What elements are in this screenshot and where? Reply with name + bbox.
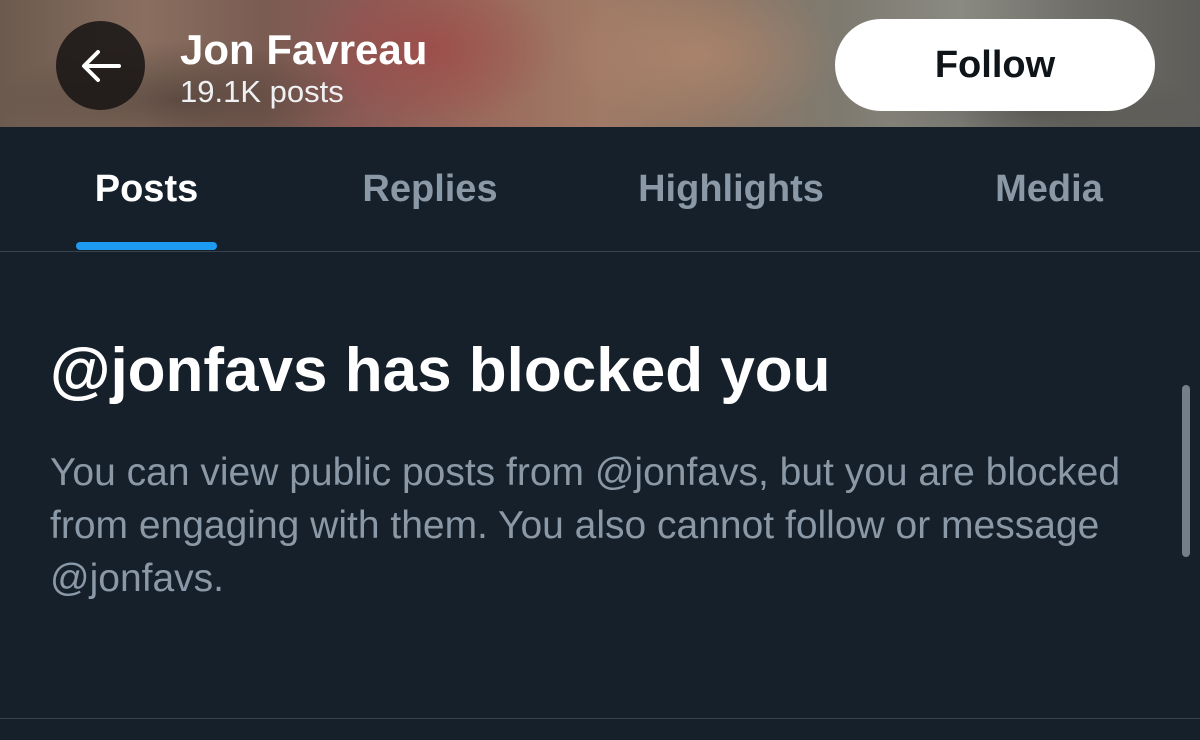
post-count: 19.1K posts <box>180 74 344 109</box>
back-button[interactable] <box>56 21 145 110</box>
arrow-left-icon <box>81 49 121 82</box>
follow-button[interactable]: Follow <box>835 19 1155 111</box>
tab-replies[interactable]: Replies <box>340 127 520 251</box>
active-tab-indicator <box>76 242 217 250</box>
profile-header: Jon Favreau 19.1K posts Follow <box>0 0 1200 127</box>
blocked-title: @jonfavs has blocked you <box>50 336 831 405</box>
tab-highlights[interactable]: Highlights <box>610 127 852 251</box>
divider <box>0 718 1200 719</box>
banner-blur <box>560 0 840 127</box>
tab-media[interactable]: Media <box>970 127 1128 251</box>
profile-tabs: Posts Replies Highlights Media <box>0 127 1200 252</box>
tab-posts[interactable]: Posts <box>76 127 217 251</box>
blocked-description: You can view public posts from @jonfavs,… <box>50 451 1121 600</box>
scrollbar[interactable] <box>1182 385 1190 557</box>
profile-name: Jon Favreau <box>180 26 428 73</box>
profile-screen: Jon Favreau 19.1K posts Follow Posts Rep… <box>0 0 1200 740</box>
